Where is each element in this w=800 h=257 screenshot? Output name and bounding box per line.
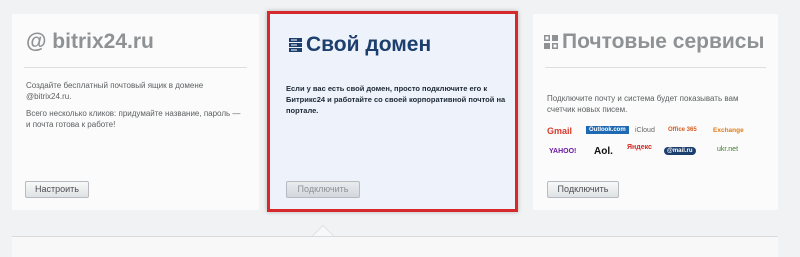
icloud-logo: iCloud <box>635 127 655 134</box>
card-title: Почтовые сервисы <box>562 30 765 53</box>
mail-services-icon <box>543 32 559 56</box>
connect-mail-service-button[interactable]: Подключить <box>547 181 619 198</box>
exchange-logo: Exchange <box>713 127 744 134</box>
outlook-logo: Outlook.com <box>586 126 629 134</box>
yahoo-logo: YAHOO! <box>549 148 577 155</box>
details-panel <box>12 236 778 257</box>
server-icon <box>288 35 303 59</box>
divider <box>24 67 247 68</box>
card-title: @ bitrix24.ru <box>26 30 154 53</box>
card-title-row: Свой домен <box>288 33 431 59</box>
aol-logo: Aol. <box>594 146 613 157</box>
gmail-logo: Gmail <box>547 126 573 136</box>
card-description: Если у вас есть свой домен, просто подкл… <box>286 84 506 115</box>
card-description-secondary: Всего несколько кликов: придумайте назва… <box>26 109 241 129</box>
configure-button[interactable]: Настроить <box>25 181 89 198</box>
ukrnet-logo: ukr.net <box>717 146 739 153</box>
card-description: Создайте бесплатный почтовый ящик в доме… <box>26 81 204 101</box>
card-title-row: Почтовые сервисы <box>543 30 764 56</box>
connect-domain-button[interactable]: Подключить <box>286 181 360 198</box>
mail-option-card-mail-services: Почтовые сервисы Подключите почту и сист… <box>533 14 778 210</box>
yandex-logo: Яндекс <box>627 144 652 151</box>
divider <box>545 67 766 68</box>
office365-logo: Office 365 <box>668 127 697 133</box>
mailru-logo: @mail.ru <box>664 147 696 155</box>
mail-service-logos: Gmail Outlook.com iCloud Office 365 Exch… <box>547 125 767 169</box>
card-title: Свой домен <box>306 33 432 56</box>
mail-option-card-own-domain: Свой домен Если у вас есть свой домен, п… <box>267 11 518 212</box>
mail-option-card-bitrix24: @ bitrix24.ru Создайте бесплатный почтов… <box>12 14 259 210</box>
card-description: Подключите почту и система будет показыв… <box>547 94 739 114</box>
